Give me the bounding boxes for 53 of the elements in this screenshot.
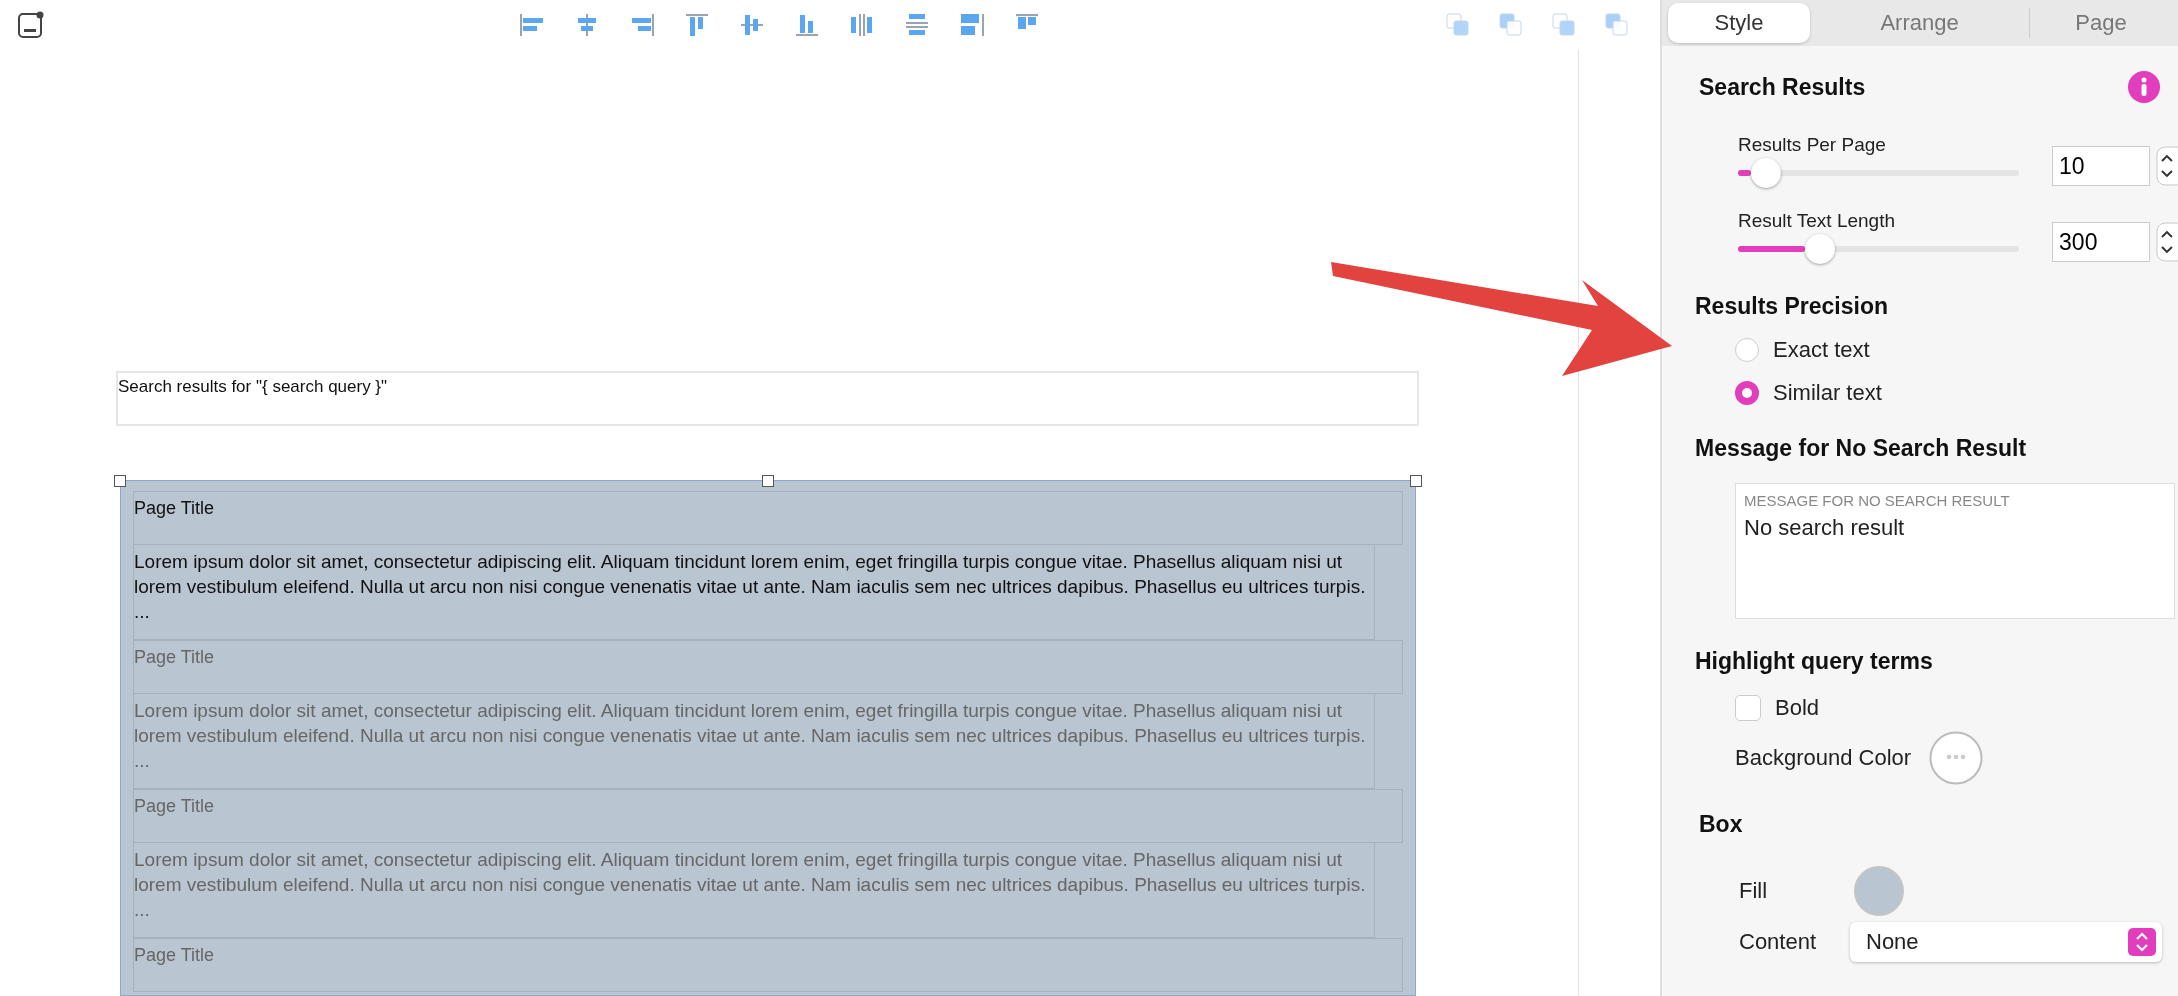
tab[interactable]: Page <box>2030 3 2172 43</box>
align-top-icon[interactable] <box>683 11 711 39</box>
radio-label: Exact text <box>1773 337 1870 363</box>
checkbox-label: Bold <box>1775 695 1820 721</box>
tab[interactable]: Arrange <box>1809 3 2030 43</box>
result-excerpt: Lorem ipsum dolor sit amet, consectetur adipiscing elit. Aliquam tincidunt lorem enim, eget fringilla turpis congue vitae. Phasellus aliquam nisi ut lorem vestibulum eleifend. Nulla ut arcu non nisi congue venenatis vitae ut ante. Nam iaculis sem nec ultrices dapibus. Phasellus eu ultrices turpis. ... <box>133 843 1375 938</box>
empty-color-swatch-icon[interactable] <box>1929 731 1984 785</box>
slider-thumb[interactable] <box>1751 158 1782 188</box>
resize-handle[interactable] <box>114 475 126 487</box>
number-field[interactable]: 300 <box>2052 222 2151 262</box>
result-title: Page Title <box>133 491 1403 545</box>
resize-handle[interactable] <box>762 475 774 487</box>
checkbox[interactable] <box>1735 695 1761 721</box>
sidebar-toggle-icon[interactable] <box>18 11 44 39</box>
info-icon[interactable] <box>2128 71 2160 103</box>
result-title: Page Title <box>133 640 1403 694</box>
stepper-icon[interactable] <box>2156 146 2178 186</box>
fill-label: Fill <box>1739 878 1769 904</box>
field-label: MESSAGE FOR NO SEARCH RESULT <box>1744 492 2011 509</box>
stepper-icon[interactable] <box>2156 222 2178 262</box>
tab[interactable]: Style <box>1668 3 1810 43</box>
slider-label: Result Text Length <box>1738 210 1897 232</box>
number-field[interactable]: 10 <box>2052 146 2151 186</box>
result-title: Page Title <box>133 789 1403 843</box>
section-heading: Results Precision <box>1695 293 1890 320</box>
message-field[interactable]: MESSAGE FOR NO SEARCH RESULT No search result <box>1735 483 2175 619</box>
results-list-box[interactable] <box>120 480 1416 996</box>
section-heading: Search Results <box>1699 73 1866 101</box>
content-label: Content <box>1739 929 1818 955</box>
section-heading: Message for No Search Result <box>1695 435 2028 462</box>
dropdown-stepper-icon <box>2128 928 2156 956</box>
color-label: Background Color <box>1735 745 1912 771</box>
bring-to-front-icon[interactable] <box>1604 12 1630 38</box>
search-heading: Search results for "{ search query }" <box>118 377 388 396</box>
send-backward-icon[interactable] <box>1445 12 1471 38</box>
radio-button[interactable] <box>1735 381 1759 405</box>
section-heading: Highlight query terms <box>1695 648 1934 675</box>
radio-button[interactable] <box>1735 338 1759 362</box>
slider-thumb[interactable] <box>1804 234 1835 264</box>
send-to-back-icon[interactable] <box>1551 12 1577 38</box>
resize-handle[interactable] <box>1410 475 1422 487</box>
content-dropdown[interactable]: None <box>1850 922 2162 962</box>
align-left-icon[interactable] <box>518 11 546 39</box>
bring-forward-icon[interactable] <box>1498 12 1524 38</box>
fill-color-swatch[interactable] <box>1854 866 1904 916</box>
result-excerpt: Lorem ipsum dolor sit amet, consectetur adipiscing elit. Aliquam tincidunt lorem enim, eget fringilla turpis congue vitae. Phasellus aliquam nisi ut lorem vestibulum eleifend. Nulla ut arcu non nisi congue venenatis vitae ut ante. Nam iaculis sem nec ultrices dapibus. Phasellus eu ultrices turpis. ... <box>133 694 1375 789</box>
equal-width-icon[interactable] <box>958 11 986 39</box>
field-value: No search result <box>1744 515 1906 541</box>
slider-label: Results Per Page <box>1738 134 1887 156</box>
result-title: Page Title <box>133 938 1403 992</box>
section-heading: Box <box>1698 811 1744 838</box>
radio-label: Similar text <box>1773 380 1882 406</box>
result-excerpt: Lorem ipsum dolor sit amet, consectetur adipiscing elit. Aliquam tincidunt lorem enim, eget fringilla turpis congue vitae. Phasellus aliquam nisi ut lorem vestibulum eleifend. Nulla ut arcu non nisi congue venenatis vitae ut ante. Nam iaculis sem nec ultrices dapibus. Phasellus eu ultrices turpis. ... <box>133 545 1375 640</box>
